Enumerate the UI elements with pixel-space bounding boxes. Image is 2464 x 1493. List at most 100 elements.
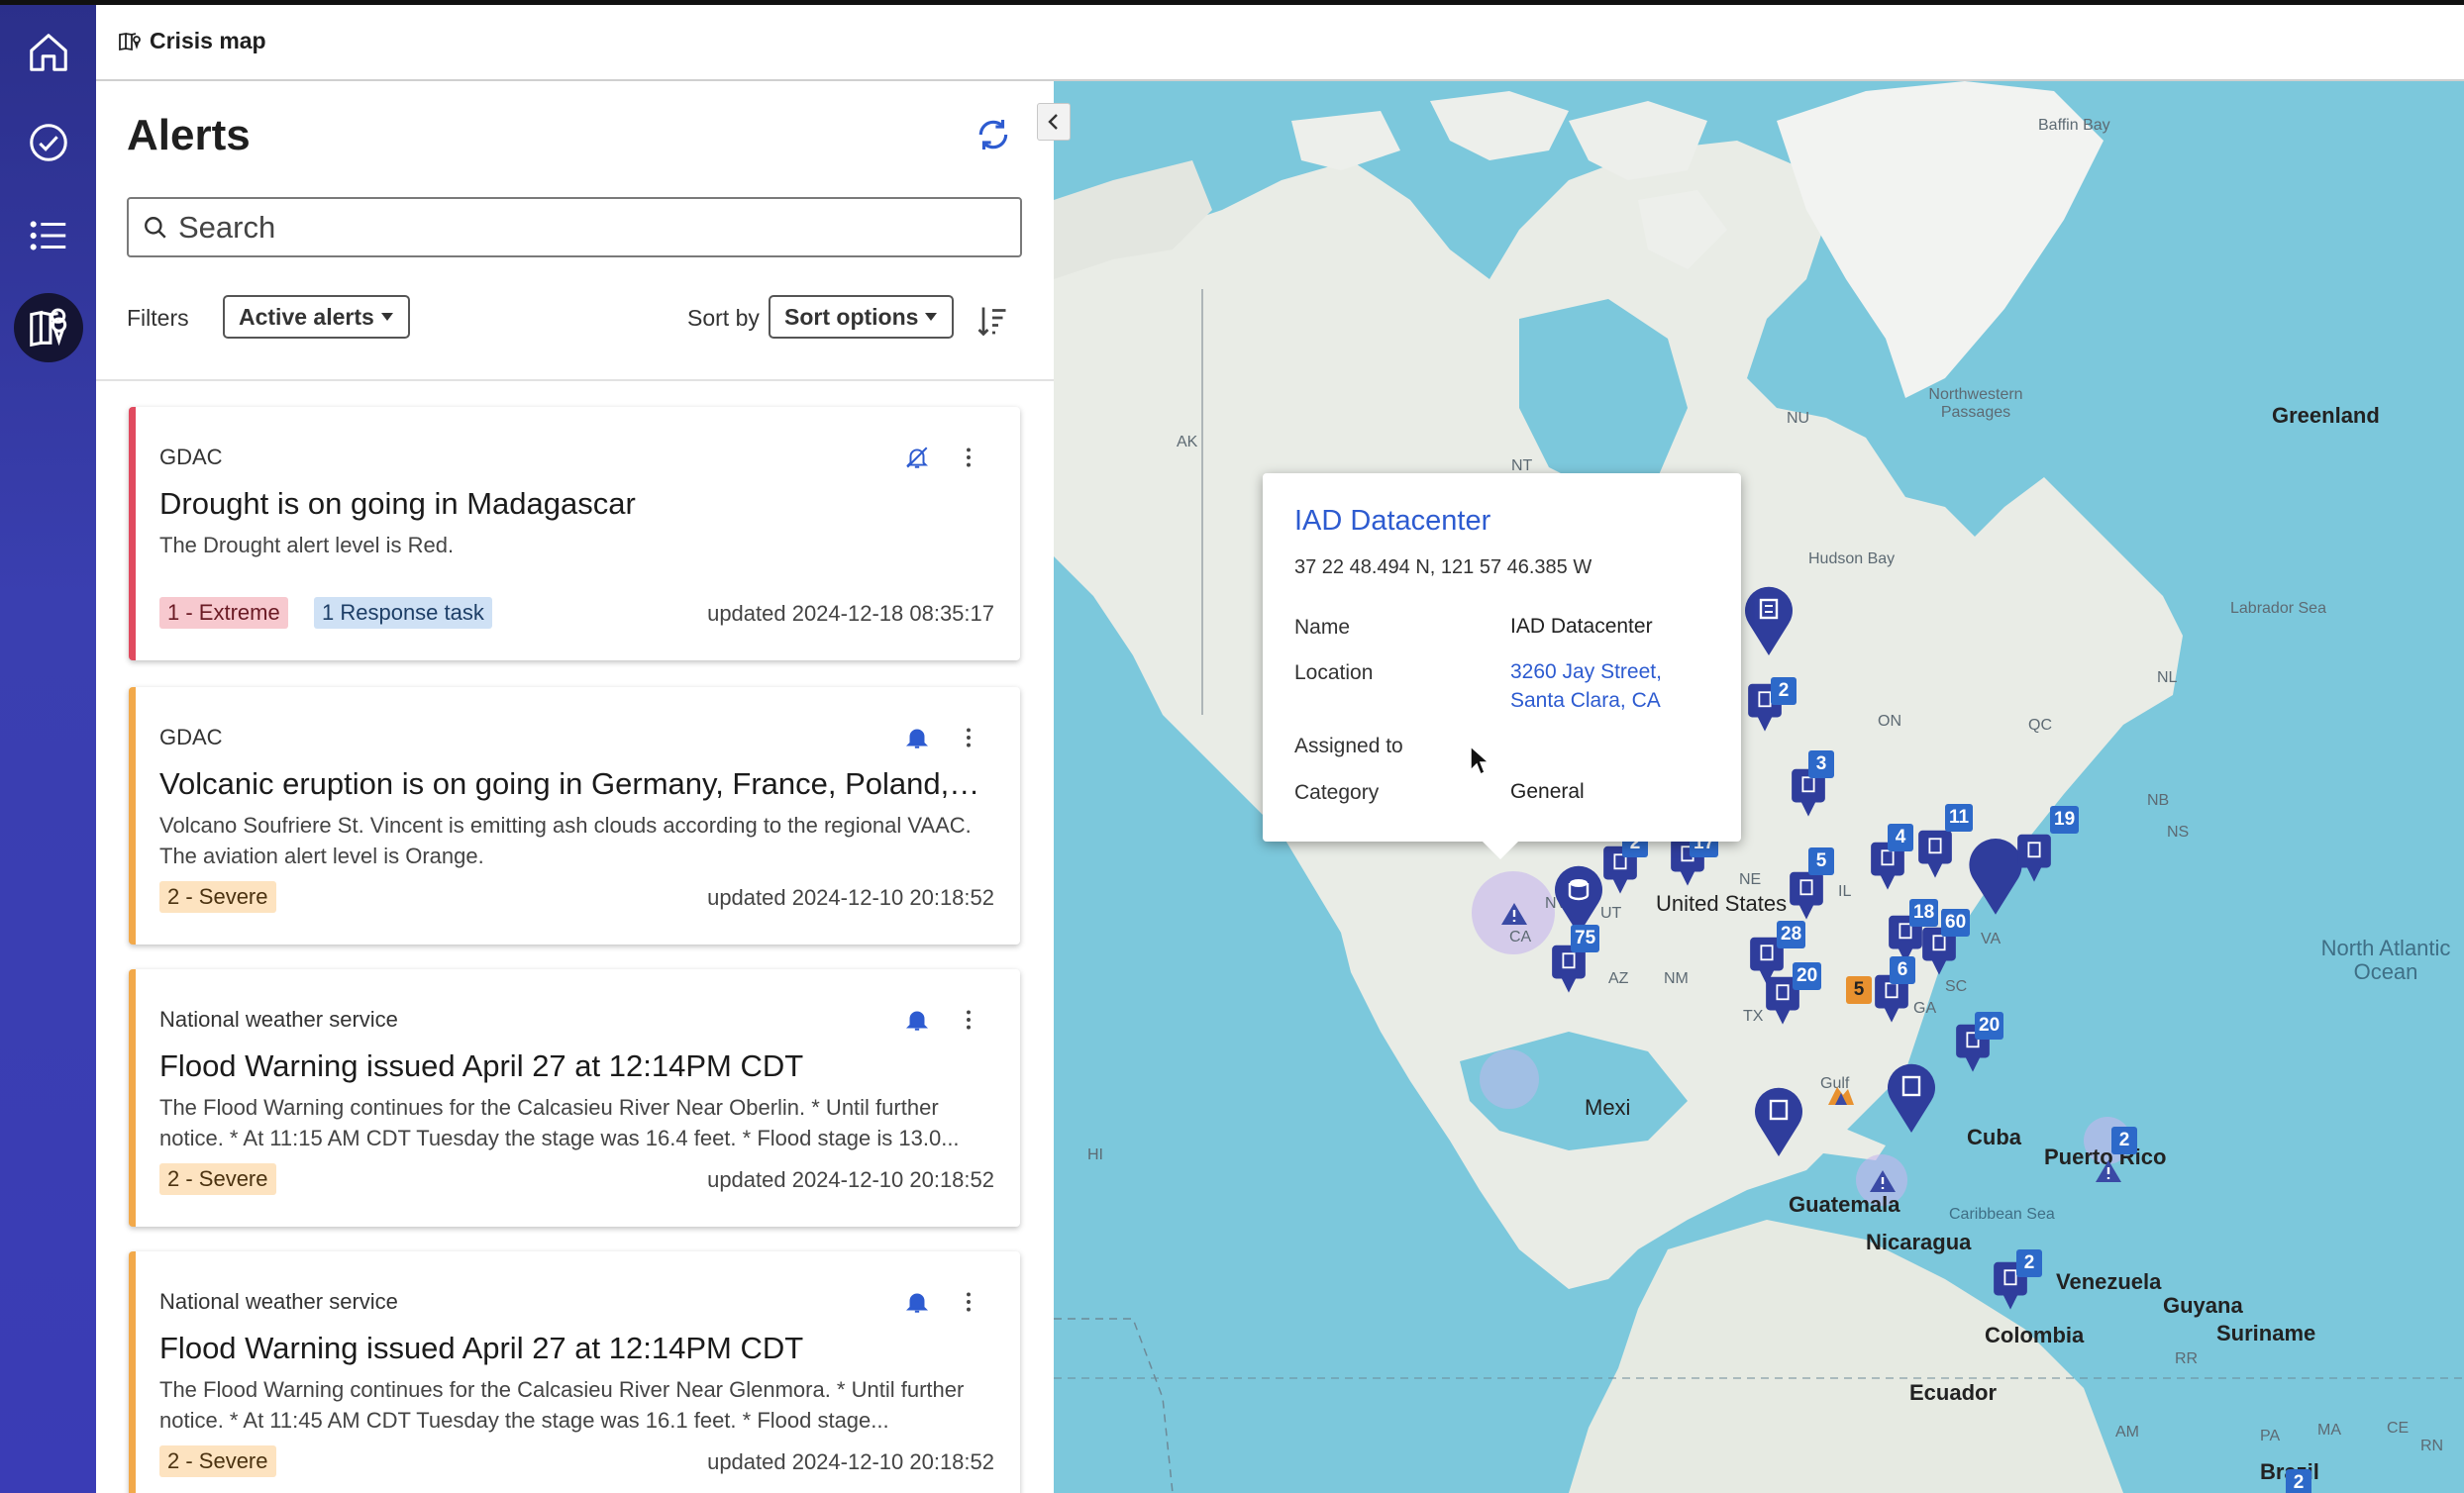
- filter-dropdown-value: Active alerts: [239, 303, 374, 330]
- sort-order-icon[interactable]: [975, 303, 1010, 339]
- sidebar-top-border: [0, 0, 96, 5]
- cluster-count-badge[interactable]: 5: [1846, 976, 1872, 1004]
- cluster-count-badge[interactable]: 2: [2016, 1249, 2042, 1277]
- more-options-icon[interactable]: [956, 1007, 981, 1033]
- list-icon[interactable]: [20, 207, 77, 264]
- map-label: NB: [2147, 792, 2170, 809]
- facility-pin-icon[interactable]: [1741, 584, 1797, 657]
- map-label: NM: [1664, 970, 1689, 987]
- alert-description: The Drought alert level is Red.: [159, 533, 455, 557]
- response-task-badge[interactable]: 1 Response task: [314, 597, 492, 629]
- popup-coordinates: 37 22 48.494 N, 121 57 46.385 W: [1294, 556, 1592, 578]
- more-options-icon[interactable]: [956, 1289, 981, 1315]
- bell-icon[interactable]: [904, 1289, 930, 1315]
- map-label: Suriname: [2216, 1321, 2316, 1345]
- cluster-count-badge[interactable]: 5: [1808, 847, 1834, 875]
- alert-card[interactable]: GDAC Volcanic eruption is on going in Ge…: [129, 687, 1020, 945]
- cluster-count-badge[interactable]: 60: [1941, 909, 1971, 937]
- map-icon: [119, 32, 141, 50]
- refresh-icon[interactable]: [975, 116, 1012, 153]
- warning-icon[interactable]: [1499, 901, 1529, 927]
- sort-dropdown[interactable]: Sort options: [769, 295, 955, 339]
- map-label: Mexi: [1585, 1095, 1631, 1120]
- window-top-border: [96, 0, 2464, 5]
- cluster-count-badge[interactable]: 2: [2286, 1469, 2311, 1493]
- map-label: AZ: [1608, 970, 1629, 987]
- alert-card[interactable]: National weather service Flood Warning i…: [129, 1251, 1020, 1493]
- popup-category-value: General: [1510, 780, 1585, 803]
- search-icon: [145, 216, 166, 239]
- popup-location-line2[interactable]: Santa Clara, CA: [1510, 686, 1661, 715]
- filter-dropdown[interactable]: Active alerts: [223, 295, 410, 339]
- map-label: RR: [2175, 1350, 2199, 1367]
- cluster-count-badge[interactable]: 18: [1909, 899, 1939, 927]
- cluster-count-badge[interactable]: 28: [1777, 921, 1806, 948]
- cluster-count-badge[interactable]: 11: [1945, 804, 1974, 832]
- alert-description: The Flood Warning continues for the Calc…: [159, 1095, 960, 1150]
- map-pin-icon[interactable]: [14, 293, 83, 362]
- volcano-icon[interactable]: [1826, 1081, 1856, 1107]
- updated-timestamp: updated 2024-12-10 20:18:52: [707, 885, 994, 910]
- alert-source: National weather service: [159, 1007, 398, 1032]
- breadcrumb: Crisis map: [118, 28, 266, 54]
- map-label: Labrador Sea: [2230, 600, 2326, 617]
- alert-source: GDAC: [159, 725, 223, 749]
- alert-source: GDAC: [159, 445, 223, 469]
- location-popup[interactable]: IAD Datacenter 37 22 48.494 N, 121 57 46…: [1263, 473, 1741, 859]
- map-label: PA: [2260, 1428, 2281, 1444]
- popup-location-line1[interactable]: 3260 Jay Street,: [1510, 657, 1662, 686]
- more-options-icon[interactable]: [956, 725, 981, 750]
- facility-pin-icon[interactable]: [1751, 1085, 1806, 1158]
- bell-icon[interactable]: [904, 725, 930, 750]
- map-label: ON: [1878, 713, 1901, 730]
- facility-pin-icon[interactable]: [1787, 869, 1826, 921]
- map-label: HI: [1087, 1146, 1103, 1163]
- popup-title[interactable]: IAD Datacenter: [1294, 505, 1490, 538]
- facility-pin-icon[interactable]: [1884, 1061, 1939, 1135]
- cluster-count-badge[interactable]: 4: [1888, 824, 1913, 851]
- bell-icon[interactable]: [904, 1007, 930, 1033]
- cluster-count-badge[interactable]: 19: [2050, 806, 2080, 834]
- alert-description: The Flood Warning continues for the Calc…: [159, 1377, 965, 1433]
- search-input[interactable]: [176, 208, 988, 247]
- caret-down-icon: [925, 313, 938, 321]
- map-label: RN: [2420, 1438, 2444, 1454]
- map-label: United States: [1656, 891, 1788, 916]
- search-box[interactable]: [127, 197, 1022, 257]
- alert-title: Volcanic eruption is on going in Germany…: [159, 766, 981, 801]
- cluster-count-badge[interactable]: 20: [1975, 1012, 2004, 1040]
- severity-badge: 2 - Severe: [159, 1445, 276, 1477]
- top-bar: Crisis map: [96, 0, 2464, 81]
- alert-description: Volcano Soufriere St. Vincent is emittin…: [159, 813, 972, 868]
- warning-icon[interactable]: [1868, 1168, 1898, 1194]
- cluster-count-badge[interactable]: 20: [1793, 962, 1822, 990]
- map-label: VA: [1981, 931, 2002, 947]
- home-icon[interactable]: [20, 24, 77, 81]
- alert-card[interactable]: National weather service Flood Warning i…: [129, 969, 1020, 1227]
- map-label: Cuba: [1967, 1125, 2021, 1149]
- warning-icon[interactable]: [2094, 1158, 2123, 1184]
- cluster-count-badge[interactable]: 6: [1890, 956, 1915, 984]
- collapse-panel-button[interactable]: [1037, 103, 1071, 141]
- alerts-panel: Alerts Filters Active alerts Sort by Sor…: [96, 81, 1054, 1493]
- cluster-count-badge[interactable]: 2: [1771, 677, 1797, 705]
- alert-title: Flood Warning issued April 27 at 12:14PM…: [159, 1331, 804, 1365]
- facility-pin-icon[interactable]: [1915, 828, 1955, 879]
- facility-pin-icon[interactable]: [2014, 832, 2054, 883]
- map-label: North Atlantic Ocean: [2320, 936, 2451, 984]
- alerts-heading: Alerts: [127, 111, 251, 159]
- map-label: SC: [1945, 978, 1968, 995]
- map-label: Guyana: [2163, 1293, 2243, 1318]
- map-label: Guatemala: [1789, 1192, 1900, 1217]
- cluster-count-badge[interactable]: 2: [2111, 1127, 2137, 1154]
- map-label: Hudson Bay: [1808, 550, 1896, 567]
- more-options-icon[interactable]: [956, 445, 981, 470]
- alert-title: Drought is on going in Madagascar: [159, 486, 636, 521]
- check-circle-icon[interactable]: [20, 114, 77, 171]
- map-label: CE: [2387, 1420, 2410, 1437]
- alert-title: Flood Warning issued April 27 at 12:14PM…: [159, 1048, 804, 1083]
- bell-off-icon[interactable]: [904, 445, 930, 470]
- cluster-count-badge[interactable]: 75: [1571, 925, 1600, 952]
- alert-card[interactable]: GDAC Drought is on going in Madagascar T…: [129, 407, 1020, 660]
- cluster-count-badge[interactable]: 3: [1808, 750, 1834, 778]
